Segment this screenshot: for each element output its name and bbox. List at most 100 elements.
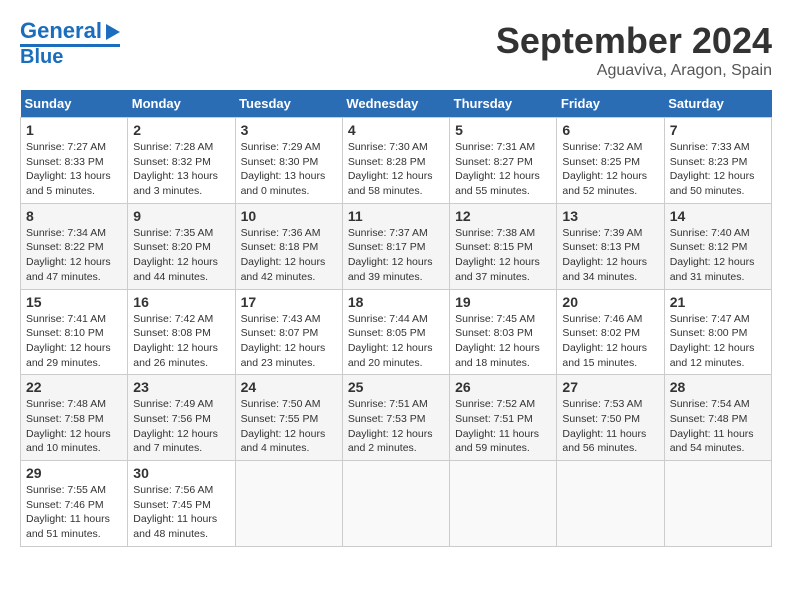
day-number: 24 bbox=[241, 379, 337, 395]
cell-info: Sunrise: 7:35 AMSunset: 8:20 PMDaylight:… bbox=[133, 226, 229, 285]
cell-info: Sunrise: 7:55 AMSunset: 7:46 PMDaylight:… bbox=[26, 483, 122, 542]
column-header-monday: Monday bbox=[128, 90, 235, 118]
calendar-cell: 3 Sunrise: 7:29 AMSunset: 8:30 PMDaylight… bbox=[235, 118, 342, 204]
calendar-cell: 14 Sunrise: 7:40 AMSunset: 8:12 PMDayligh… bbox=[664, 203, 771, 289]
calendar-cell: 8 Sunrise: 7:34 AMSunset: 8:22 PMDaylight… bbox=[21, 203, 128, 289]
day-number: 11 bbox=[348, 208, 444, 224]
column-header-sunday: Sunday bbox=[21, 90, 128, 118]
cell-info: Sunrise: 7:42 AMSunset: 8:08 PMDaylight:… bbox=[133, 312, 229, 371]
day-number: 27 bbox=[562, 379, 658, 395]
calendar-cell: 29 Sunrise: 7:55 AMSunset: 7:46 PMDayligh… bbox=[21, 461, 128, 547]
cell-info: Sunrise: 7:41 AMSunset: 8:10 PMDaylight:… bbox=[26, 312, 122, 371]
cell-info: Sunrise: 7:31 AMSunset: 8:27 PMDaylight:… bbox=[455, 140, 551, 199]
calendar-week-row: 15 Sunrise: 7:41 AMSunset: 8:10 PMDayligh… bbox=[21, 289, 772, 375]
day-number: 9 bbox=[133, 208, 229, 224]
day-number: 6 bbox=[562, 122, 658, 138]
calendar-body: 1 Sunrise: 7:27 AMSunset: 8:33 PMDaylight… bbox=[21, 118, 772, 547]
cell-info: Sunrise: 7:40 AMSunset: 8:12 PMDaylight:… bbox=[670, 226, 766, 285]
calendar-cell: 22Sunrise: 7:48 AMSunset: 7:58 PMDayligh… bbox=[21, 375, 128, 461]
cell-info: Sunrise: 7:48 AMSunset: 7:58 PMDaylight:… bbox=[26, 397, 122, 456]
calendar-cell: 13 Sunrise: 7:39 AMSunset: 8:13 PMDayligh… bbox=[557, 203, 664, 289]
day-number: 1 bbox=[26, 122, 122, 138]
day-number: 25 bbox=[348, 379, 444, 395]
cell-info: Sunrise: 7:56 AMSunset: 7:45 PMDaylight:… bbox=[133, 483, 229, 542]
calendar-cell: 19 Sunrise: 7:45 AMSunset: 8:03 PMDayligh… bbox=[450, 289, 557, 375]
calendar-week-row: 22Sunrise: 7:48 AMSunset: 7:58 PMDayligh… bbox=[21, 375, 772, 461]
day-number: 17 bbox=[241, 294, 337, 310]
day-number: 26 bbox=[455, 379, 551, 395]
day-number: 13 bbox=[562, 208, 658, 224]
calendar-cell: 15 Sunrise: 7:41 AMSunset: 8:10 PMDayligh… bbox=[21, 289, 128, 375]
column-header-saturday: Saturday bbox=[664, 90, 771, 118]
calendar-cell: 21 Sunrise: 7:47 AMSunset: 8:00 PMDayligh… bbox=[664, 289, 771, 375]
cell-info: Sunrise: 7:29 AMSunset: 8:30 PMDaylight:… bbox=[241, 140, 337, 199]
logo: General Blue bbox=[20, 20, 120, 67]
calendar-cell bbox=[450, 461, 557, 547]
calendar-cell: 20 Sunrise: 7:46 AMSunset: 8:02 PMDayligh… bbox=[557, 289, 664, 375]
calendar-week-row: 8 Sunrise: 7:34 AMSunset: 8:22 PMDaylight… bbox=[21, 203, 772, 289]
cell-info: Sunrise: 7:37 AMSunset: 8:17 PMDaylight:… bbox=[348, 226, 444, 285]
cell-info: Sunrise: 7:28 AMSunset: 8:32 PMDaylight:… bbox=[133, 140, 229, 199]
calendar-cell: 4 Sunrise: 7:30 AMSunset: 8:28 PMDaylight… bbox=[342, 118, 449, 204]
cell-info: Sunrise: 7:38 AMSunset: 8:15 PMDaylight:… bbox=[455, 226, 551, 285]
cell-info: Sunrise: 7:45 AMSunset: 8:03 PMDaylight:… bbox=[455, 312, 551, 371]
day-number: 10 bbox=[241, 208, 337, 224]
calendar-cell bbox=[342, 461, 449, 547]
calendar-table: SundayMondayTuesdayWednesdayThursdayFrid… bbox=[20, 90, 772, 547]
calendar-cell: 10 Sunrise: 7:36 AMSunset: 8:18 PMDayligh… bbox=[235, 203, 342, 289]
calendar-cell: 9 Sunrise: 7:35 AMSunset: 8:20 PMDaylight… bbox=[128, 203, 235, 289]
calendar-cell bbox=[557, 461, 664, 547]
day-number: 14 bbox=[670, 208, 766, 224]
day-number: 20 bbox=[562, 294, 658, 310]
column-header-friday: Friday bbox=[557, 90, 664, 118]
calendar-cell: 11 Sunrise: 7:37 AMSunset: 8:17 PMDayligh… bbox=[342, 203, 449, 289]
cell-info: Sunrise: 7:43 AMSunset: 8:07 PMDaylight:… bbox=[241, 312, 337, 371]
cell-info: Sunrise: 7:36 AMSunset: 8:18 PMDaylight:… bbox=[241, 226, 337, 285]
cell-info: Sunrise: 7:53 AMSunset: 7:50 PMDaylight:… bbox=[562, 397, 658, 456]
day-number: 19 bbox=[455, 294, 551, 310]
day-number: 30 bbox=[133, 465, 229, 481]
day-number: 21 bbox=[670, 294, 766, 310]
column-header-thursday: Thursday bbox=[450, 90, 557, 118]
day-number: 3 bbox=[241, 122, 337, 138]
page-header: General Blue September 2024 Aguaviva, Ar… bbox=[20, 20, 772, 80]
cell-info: Sunrise: 7:39 AMSunset: 8:13 PMDaylight:… bbox=[562, 226, 658, 285]
calendar-cell: 27 Sunrise: 7:53 AMSunset: 7:50 PMDayligh… bbox=[557, 375, 664, 461]
cell-info: Sunrise: 7:52 AMSunset: 7:51 PMDaylight:… bbox=[455, 397, 551, 456]
cell-info: Sunrise: 7:50 AMSunset: 7:55 PMDaylight:… bbox=[241, 397, 337, 456]
calendar-cell: 12 Sunrise: 7:38 AMSunset: 8:15 PMDayligh… bbox=[450, 203, 557, 289]
cell-info: Sunrise: 7:30 AMSunset: 8:28 PMDaylight:… bbox=[348, 140, 444, 199]
cell-info: Sunrise: 7:49 AMSunset: 7:56 PMDaylight:… bbox=[133, 397, 229, 456]
calendar-cell: 16Sunrise: 7:42 AMSunset: 8:08 PMDayligh… bbox=[128, 289, 235, 375]
day-number: 12 bbox=[455, 208, 551, 224]
day-number: 5 bbox=[455, 122, 551, 138]
calendar-cell: 18Sunrise: 7:44 AMSunset: 8:05 PMDayligh… bbox=[342, 289, 449, 375]
calendar-cell: 17 Sunrise: 7:43 AMSunset: 8:07 PMDayligh… bbox=[235, 289, 342, 375]
cell-info: Sunrise: 7:27 AMSunset: 8:33 PMDaylight:… bbox=[26, 140, 122, 199]
day-number: 8 bbox=[26, 208, 122, 224]
calendar-cell: 7Sunrise: 7:33 AMSunset: 8:23 PMDaylight… bbox=[664, 118, 771, 204]
day-number: 2 bbox=[133, 122, 229, 138]
calendar-week-row: 1 Sunrise: 7:27 AMSunset: 8:33 PMDaylight… bbox=[21, 118, 772, 204]
day-number: 15 bbox=[26, 294, 122, 310]
calendar-cell: 26 Sunrise: 7:52 AMSunset: 7:51 PMDayligh… bbox=[450, 375, 557, 461]
day-number: 18 bbox=[348, 294, 444, 310]
calendar-cell: 5 Sunrise: 7:31 AMSunset: 8:27 PMDaylight… bbox=[450, 118, 557, 204]
cell-info: Sunrise: 7:46 AMSunset: 8:02 PMDaylight:… bbox=[562, 312, 658, 371]
month-title: September 2024 bbox=[496, 20, 772, 62]
location-title: Aguaviva, Aragon, Spain bbox=[496, 62, 772, 80]
cell-info: Sunrise: 7:47 AMSunset: 8:00 PMDaylight:… bbox=[670, 312, 766, 371]
cell-info: Sunrise: 7:34 AMSunset: 8:22 PMDaylight:… bbox=[26, 226, 122, 285]
calendar-cell: 1 Sunrise: 7:27 AMSunset: 8:33 PMDaylight… bbox=[21, 118, 128, 204]
calendar-cell: 30 Sunrise: 7:56 AMSunset: 7:45 PMDayligh… bbox=[128, 461, 235, 547]
day-number: 4 bbox=[348, 122, 444, 138]
calendar-cell: 24 Sunrise: 7:50 AMSunset: 7:55 PMDayligh… bbox=[235, 375, 342, 461]
calendar-cell: 23Sunrise: 7:49 AMSunset: 7:56 PMDayligh… bbox=[128, 375, 235, 461]
day-number: 7 bbox=[670, 122, 766, 138]
calendar-cell: 25Sunrise: 7:51 AMSunset: 7:53 PMDayligh… bbox=[342, 375, 449, 461]
day-number: 29 bbox=[26, 465, 122, 481]
calendar-cell bbox=[235, 461, 342, 547]
calendar-cell: 28Sunrise: 7:54 AMSunset: 7:48 PMDayligh… bbox=[664, 375, 771, 461]
day-number: 28 bbox=[670, 379, 766, 395]
calendar-header-row: SundayMondayTuesdayWednesdayThursdayFrid… bbox=[21, 90, 772, 118]
